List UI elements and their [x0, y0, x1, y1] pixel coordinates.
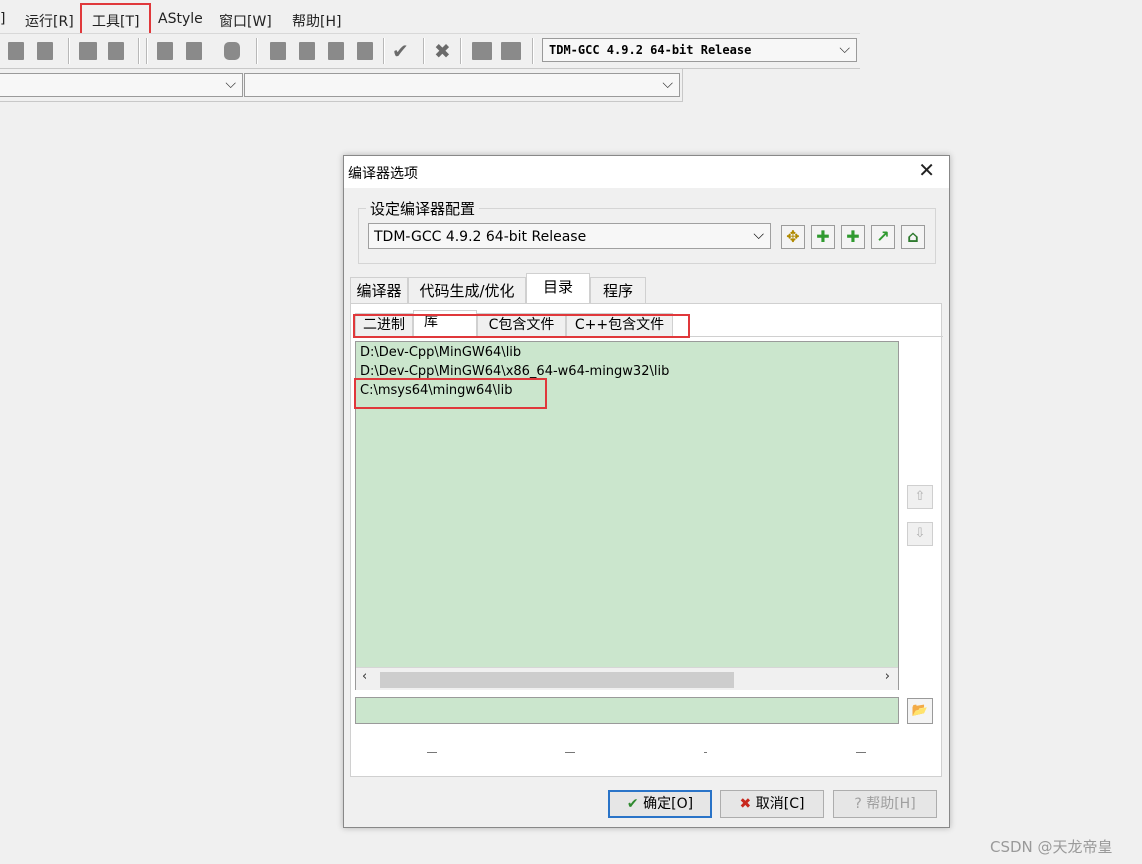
highlight-subtabs	[353, 314, 690, 338]
add-config-icon[interactable]: ✚	[811, 225, 835, 249]
close-icon: ✖	[739, 796, 752, 812]
directory-path-input[interactable]	[355, 697, 899, 724]
toolbar-icon[interactable]	[299, 42, 315, 60]
list-item[interactable]: D:\Dev-Cpp\MinGW64\lib	[360, 345, 521, 360]
function-select[interactable]: ⌵	[244, 73, 680, 97]
compiler-select-value: TDM-GCC 4.9.2 64-bit Release	[549, 43, 752, 57]
toolbar-icon[interactable]	[472, 42, 492, 60]
toolbar-second-row: ⌵ ⌵	[0, 68, 683, 102]
chevron-down-icon: ⌵	[662, 76, 673, 92]
cancel-button[interactable]: ✖ 取消[C]	[720, 790, 824, 818]
help-button-label: 帮助[H]	[866, 796, 916, 812]
toolbar-separator	[256, 38, 257, 64]
compiler-config-value: TDM-GCC 4.9.2 64-bit Release	[374, 229, 587, 245]
menu-window[interactable]: 窗口[W]	[219, 11, 272, 31]
toolbar-icon[interactable]	[270, 42, 286, 60]
check-icon: ✔	[626, 796, 639, 812]
toolbar-icon[interactable]	[224, 42, 240, 60]
config-group-label: 设定编译器配置	[366, 198, 480, 219]
dialog-titlebar: 编译器选项 ✕	[344, 156, 949, 188]
browse-folder-icon[interactable]: 📂	[907, 698, 933, 724]
add-config-folder-icon[interactable]: ✚	[841, 225, 865, 249]
ok-button-label: 确定[O]	[643, 796, 694, 812]
delete-config-icon[interactable]: ⌂	[901, 225, 925, 249]
list-item[interactable]: D:\Dev-Cpp\MinGW64\x86_64-w64-mingw32\li…	[360, 364, 669, 379]
export-config-icon[interactable]: ↗	[871, 225, 895, 249]
toolbar-separator	[423, 38, 424, 64]
highlight-msys-lib	[354, 378, 547, 409]
toolbar-icon[interactable]	[8, 42, 24, 60]
watermark: CSDN @天龙帝皇	[990, 838, 1113, 856]
cancel-button-label: 取消[C]	[755, 796, 805, 812]
toolbar-separator	[68, 38, 69, 64]
chevron-down-icon: ⌵	[225, 76, 236, 92]
move-down-icon[interactable]: ⇩	[907, 522, 933, 546]
ok-button[interactable]: ✔ 确定[O]	[608, 790, 712, 818]
scroll-right-icon[interactable]: ›	[885, 669, 890, 684]
toolbar-icon[interactable]	[37, 42, 53, 60]
close-icon[interactable]: ✕	[918, 158, 935, 182]
toolbar-icon[interactable]	[79, 42, 97, 60]
tab-codegen[interactable]: 代码生成/优化	[408, 277, 526, 304]
tab-compiler[interactable]: 编译器	[350, 277, 408, 304]
help-button[interactable]: ? 帮助[H]	[833, 790, 937, 818]
menu-item-partial[interactable]: ]	[0, 11, 5, 27]
dialog-title: 编译器选项	[348, 166, 418, 182]
toolbar-icon[interactable]	[501, 42, 521, 60]
tab-programs[interactable]: 程序	[590, 277, 646, 304]
class-select[interactable]: ⌵	[0, 73, 243, 97]
menu-run[interactable]: 运行[R]	[25, 11, 74, 31]
button-placeholder	[565, 752, 575, 753]
question-icon: ?	[854, 796, 862, 812]
horizontal-scrollbar[interactable]: ‹ ›	[356, 667, 898, 690]
chevron-down-icon: ⌵	[839, 41, 850, 57]
toolbar-separator	[146, 38, 147, 64]
button-placeholder	[856, 752, 866, 753]
toolbar: ✔ ✖ TDM-GCC 4.9.2 64-bit Release ⌵	[0, 33, 860, 69]
toolbar-icon[interactable]	[357, 42, 373, 60]
toolbar-icon[interactable]	[328, 42, 344, 60]
toolbar-separator	[460, 38, 461, 64]
compiler-options-dialog: 编译器选项 ✕ 设定编译器配置 TDM-GCC 4.9.2 64-bit Rel…	[343, 155, 950, 828]
toolbar-icon[interactable]	[108, 42, 124, 60]
compiler-config-select[interactable]: TDM-GCC 4.9.2 64-bit Release ⌵	[368, 223, 771, 249]
check-icon[interactable]: ✔	[392, 39, 409, 63]
close-icon[interactable]: ✖	[434, 39, 451, 63]
menu-help[interactable]: 帮助[H]	[292, 11, 341, 31]
tab-directories[interactable]: 目录	[526, 273, 590, 304]
chevron-down-icon: ⌵	[753, 227, 764, 243]
toolbar-separator	[138, 38, 139, 64]
toolbar-icon[interactable]	[186, 42, 202, 60]
menu-astyle[interactable]: AStyle	[158, 11, 203, 27]
move-up-icon[interactable]: ⇧	[907, 485, 933, 509]
toolbar-separator	[383, 38, 384, 64]
button-placeholder	[427, 752, 437, 753]
toolbar-separator	[532, 38, 533, 64]
rename-config-icon[interactable]: ✥	[781, 225, 805, 249]
toolbar-icon[interactable]	[157, 42, 173, 60]
button-placeholder	[704, 752, 707, 753]
compiler-select[interactable]: TDM-GCC 4.9.2 64-bit Release ⌵	[542, 38, 857, 62]
scrollbar-thumb[interactable]	[380, 672, 734, 688]
scroll-left-icon[interactable]: ‹	[362, 669, 367, 684]
